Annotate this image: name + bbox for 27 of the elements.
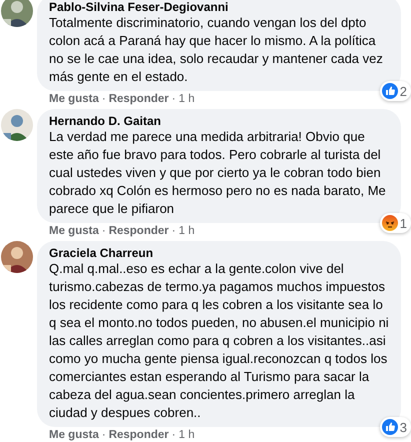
separator-dot: · (172, 224, 176, 239)
author-name[interactable]: Graciela Charreun (49, 246, 391, 260)
action-link[interactable]: Responder (108, 92, 169, 107)
angry-face-icon (382, 215, 398, 231)
separator-dot: · (102, 92, 106, 107)
thumbs-up-icon (382, 83, 398, 99)
author-name[interactable]: Pablo-Silvina Feser-Degiovanni (49, 0, 391, 14)
action-link[interactable]: Me gusta (49, 224, 99, 239)
reaction-count: 2 (400, 84, 407, 98)
separator-dot: · (172, 92, 176, 107)
reaction-count: 3 (400, 420, 407, 434)
thumbs-up-icon (382, 419, 398, 435)
reaction-count: 1 (400, 216, 407, 230)
separator-dot: · (102, 428, 106, 442)
reaction-badge[interactable]: 2 (380, 81, 411, 101)
action-link[interactable]: Me gusta (49, 428, 99, 442)
timestamp[interactable]: 1 h (178, 92, 195, 107)
reaction-badge[interactable]: 3 (380, 417, 411, 437)
action-link[interactable]: Responder (108, 428, 169, 442)
separator-dot: · (172, 428, 176, 442)
author-name[interactable]: Hernando D. Gaitan (49, 114, 391, 128)
action-link[interactable]: Responder (108, 224, 169, 239)
timestamp[interactable]: 1 h (178, 224, 195, 239)
timestamp[interactable]: 1 h (178, 428, 195, 442)
reaction-badge[interactable]: 1 (380, 213, 411, 233)
separator-dot: · (102, 224, 106, 239)
action-link[interactable]: Me gusta (49, 92, 99, 107)
